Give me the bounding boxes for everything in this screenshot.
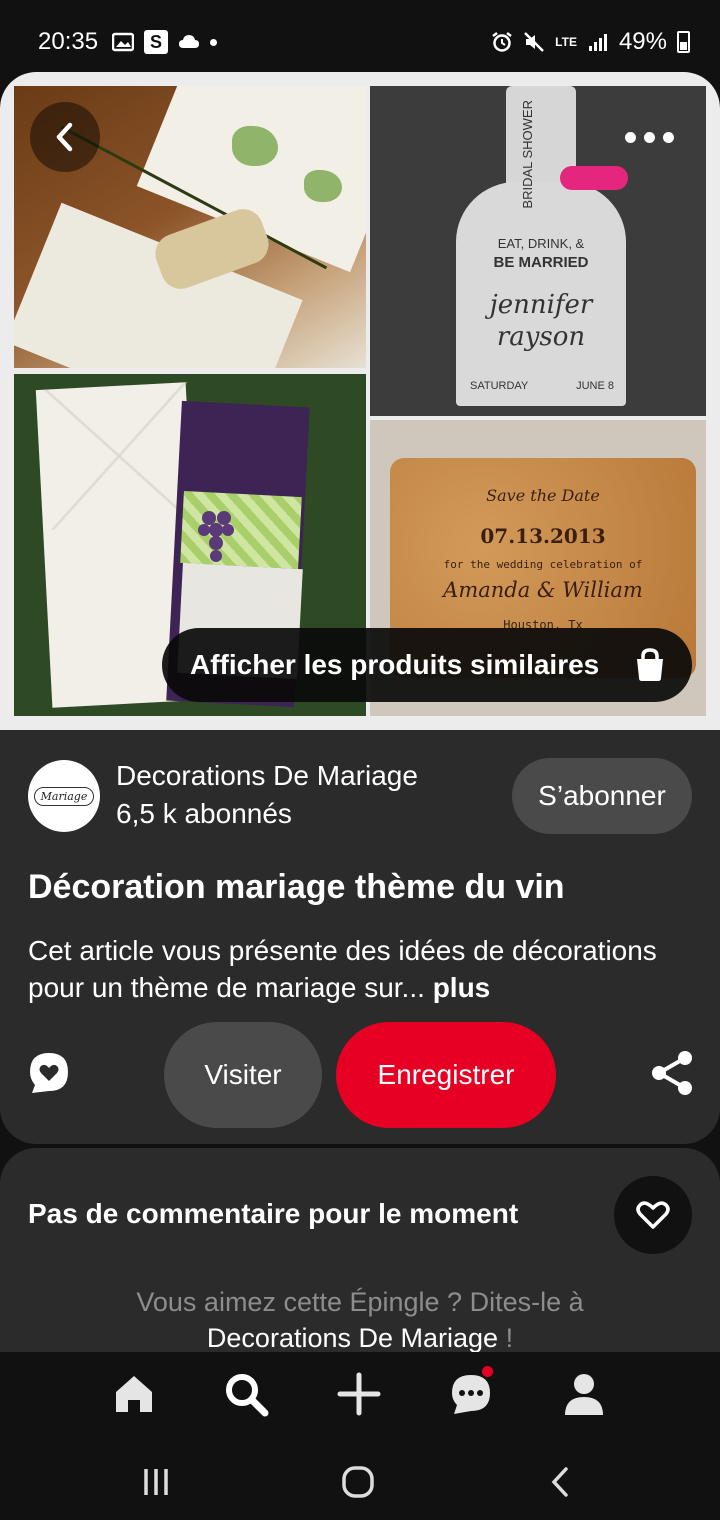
bottle-date-right: JUNE 8 [576,380,614,392]
pin-image[interactable]: BRIDAL SHOWER EAT, DRINK, & BE MARRIED j… [0,72,720,730]
recent-apps-button[interactable] [134,1460,178,1504]
pin-description: Cet article vous présente des idées de d… [28,932,698,1006]
image-collage: BRIDAL SHOWER EAT, DRINK, & BE MARRIED j… [14,86,706,716]
heart-icon [636,1201,670,1229]
similar-products-button[interactable]: Afficher les produits similaires [162,628,692,702]
share-icon[interactable] [650,1050,694,1096]
chevron-left-icon [56,122,73,152]
home-circle-icon [342,1466,374,1498]
signal-icon [588,34,607,51]
comments-prompt-creator[interactable]: Decorations De Mariage [207,1323,498,1353]
dot-icon [210,38,217,46]
vine-leaf [232,126,278,166]
more-options-button[interactable] [604,102,694,172]
back-button[interactable] [30,102,100,172]
bottom-navigation [0,1352,720,1438]
status-time: 20:35 [38,28,99,55]
grape-cluster-icon [198,511,234,562]
action-row: Visiter Enregistrer [0,1022,720,1128]
bottle-card: BRIDAL SHOWER EAT, DRINK, & BE MARRIED j… [456,86,628,406]
follow-button[interactable]: S’abonner [512,758,692,834]
avatar-logo: Mariage [33,786,95,806]
comments-title: Pas de commentaire pour le moment [28,1198,519,1229]
bottle-name2: rayson [496,322,586,352]
s-app-icon: S [144,30,168,54]
status-notification-icons: S [112,30,217,54]
create-icon [337,1372,381,1416]
battery-icon [677,31,690,53]
alarm-icon [492,32,512,52]
back-nav-button[interactable] [538,1460,582,1504]
avatar[interactable]: Mariage [28,760,100,832]
more-dot-icon [643,131,655,143]
std-banner: Save the Date [486,486,600,505]
creator-name[interactable]: Decorations De Mariage [116,760,418,792]
bottle-line2: BE MARRIED [493,254,589,271]
cloud-icon [179,35,199,48]
bottle-side-text: BRIDAL SHOWER [520,100,535,209]
comments-prompt-line1: Vous aimez cette Épingle ? Dites-le à [136,1287,584,1317]
more-dot-icon [624,131,636,143]
nav-home[interactable] [106,1366,162,1422]
bottle-line1: EAT, DRINK, & [497,236,585,251]
messages-icon [452,1375,490,1414]
recents-icon [144,1469,168,1495]
back-icon [551,1467,568,1497]
pin-description-text: Cet article vous présente des idées de d… [28,935,657,1003]
similar-products-label: Afficher les produits similaires [190,649,600,680]
status-bar: 20:35 S LTE 49% [0,0,720,80]
like-button[interactable] [614,1176,692,1254]
notification-dot [482,1366,493,1377]
comments-prompt-line2: Decorations De Mariage ! [0,1320,720,1356]
more-dot-icon [662,131,674,143]
nav-create[interactable] [331,1366,387,1422]
more-link[interactable]: plus [433,972,491,1003]
vine-leaf [304,170,342,202]
nav-search[interactable] [218,1366,274,1422]
nav-profile[interactable] [556,1366,612,1422]
search-icon [226,1374,269,1417]
nav-messages[interactable] [443,1366,499,1422]
bottle-name1: jennifer [489,290,593,320]
comments-prompt: Vous aimez cette Épingle ? Dites-le à De… [0,1284,720,1356]
save-button[interactable]: Enregistrer [336,1022,556,1128]
pin-card: BRIDAL SHOWER EAT, DRINK, & BE MARRIED j… [0,72,720,1144]
home-icon [116,1376,152,1412]
visit-button[interactable]: Visiter [164,1022,322,1128]
battery-percent: 49% [618,28,667,55]
std-date: 07.13.2013 [480,524,606,548]
comments-prompt-end: ! [498,1323,514,1353]
home-button[interactable] [336,1460,380,1504]
follower-count: 6,5 k abonnés [116,798,292,829]
envelope-flap [40,382,198,530]
gallery-icon [112,32,134,52]
profile-icon [565,1374,603,1415]
lte-indicator: LTE [555,34,577,49]
mute-icon [524,32,545,52]
pin-title: Décoration mariage thème du vin [28,868,565,906]
creator-row: Mariage Decorations De Mariage 6,5 k abo… [28,758,692,846]
system-navigation-bar [0,1438,720,1520]
status-system-icons: LTE 49% [491,28,690,56]
std-names: Amanda & William [443,578,643,602]
std-line: for the wedding celebration of [443,558,643,571]
comment-icon[interactable] [26,1050,72,1096]
shopping-bag-icon [637,648,663,681]
